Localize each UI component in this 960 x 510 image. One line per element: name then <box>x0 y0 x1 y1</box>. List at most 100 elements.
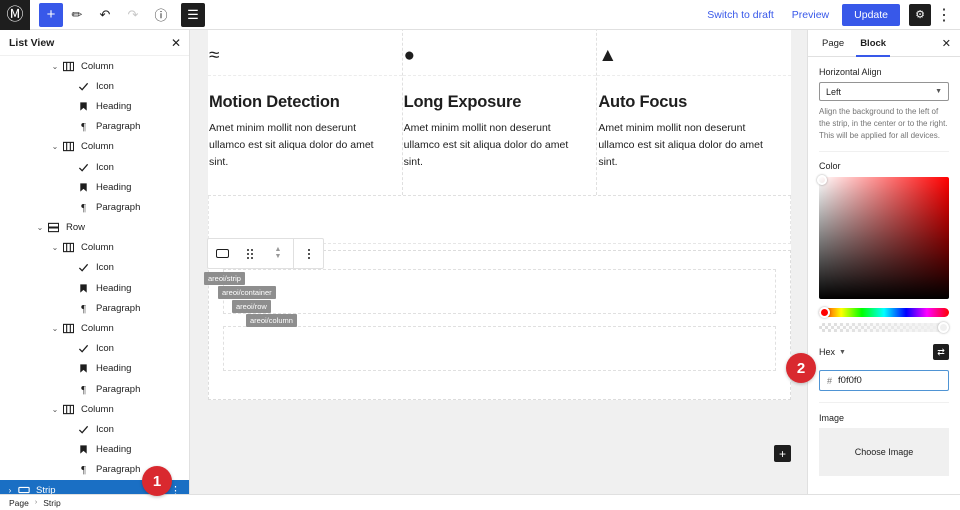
settings-body: Horizontal Align Left ▼ Align the backgr… <box>808 57 960 476</box>
bookmark-icon <box>76 283 91 294</box>
list-view-item-icon[interactable]: Icon <box>0 258 189 278</box>
alpha-slider-handle[interactable] <box>938 322 949 333</box>
chevron-toggle-icon[interactable]: › <box>4 486 16 494</box>
list-view-item-icon[interactable]: Icon <box>0 419 189 439</box>
svg-text:¶: ¶ <box>81 304 86 314</box>
switch-to-draft-button[interactable]: Switch to draft <box>698 9 783 21</box>
hue-slider[interactable] <box>819 308 949 317</box>
move-block-arrows[interactable]: ▲▼ <box>264 239 292 268</box>
feature-icon-area: ● <box>403 30 597 76</box>
list-view-item-heading[interactable]: Heading <box>0 278 189 298</box>
list-view-item-column[interactable]: ⌄Column <box>0 56 189 76</box>
undo-button[interactable]: ↶ <box>91 0 119 30</box>
list-view-item-label: Paragraph <box>96 384 140 395</box>
check-icon <box>76 262 91 273</box>
list-view-item-paragraph[interactable]: ¶ Paragraph <box>0 379 189 399</box>
list-view-item-paragraph[interactable]: ¶Paragraph <box>0 117 189 137</box>
chevron-toggle-icon[interactable]: ⌄ <box>49 405 61 414</box>
color-mode-row: Hex ▼ ⇄ <box>819 344 949 360</box>
add-block-button[interactable]: + <box>39 3 63 27</box>
color-mode-value: Hex <box>819 347 835 357</box>
editor-top-bar: Ⓜ + ✏ ↶ ↷ ⓘ ☰ Switch to draft Preview Up… <box>0 0 960 30</box>
list-view-item-column[interactable]: ⌄ Column <box>0 137 189 157</box>
vertical-dots-icon[interactable]: ⋮ <box>934 4 954 26</box>
close-icon[interactable]: ✕ <box>171 36 181 50</box>
inner-row-placeholder-2 <box>223 326 776 371</box>
list-view-item-label: Paragraph <box>96 303 140 314</box>
list-view-item-heading[interactable]: Heading <box>0 359 189 379</box>
list-view-toggle[interactable]: ☰ <box>181 3 205 27</box>
list-view-item-heading[interactable]: Heading <box>0 177 189 197</box>
bookmark-icon <box>76 182 91 193</box>
saturation-value-picker[interactable] <box>819 177 949 299</box>
hex-hash-prefix: # <box>827 376 832 386</box>
feature-icon-area: ▲ <box>597 30 791 76</box>
list-view-item-column[interactable]: ⌄Column <box>0 238 189 258</box>
strip-block-icon[interactable] <box>208 239 236 268</box>
toolbar-divider <box>293 239 294 268</box>
list-view-item-label: Column <box>81 141 114 152</box>
feature-column[interactable]: ●Long ExposureAmet minim mollit non dese… <box>403 30 598 195</box>
chevron-toggle-icon[interactable]: ⌄ <box>49 324 61 333</box>
list-view-item-label: Column <box>81 323 114 334</box>
list-view-item-paragraph[interactable]: ¶Paragraph <box>0 197 189 217</box>
bookmark-icon <box>76 101 91 112</box>
preview-button[interactable]: Preview <box>783 9 838 21</box>
rows-icon <box>46 222 61 233</box>
list-view-item-row[interactable]: ⌄Row <box>0 218 189 238</box>
empty-block-area[interactable] <box>208 196 791 244</box>
pilcrow-icon: ¶ <box>76 202 91 213</box>
svg-text:¶: ¶ <box>81 122 86 132</box>
list-view-item-column[interactable]: ⌄Column <box>0 399 189 419</box>
tab-block[interactable]: Block <box>852 30 894 57</box>
list-view-panel: List View ✕ ⌄ColumnIconHeading¶Paragraph… <box>0 30 190 494</box>
hex-color-input[interactable]: # f0f0f0 <box>819 370 949 391</box>
block-path-tooltips: areoi/stripareoi/containerareoi/rowareoi… <box>204 272 297 328</box>
document-details-button[interactable]: ⓘ <box>147 0 175 30</box>
block-path-chip: areoi/strip <box>204 272 245 285</box>
feature-column[interactable]: ▲Auto FocusAmet minim mollit non deserun… <box>597 30 791 195</box>
block-toolbar: ▲▼ <box>207 238 324 269</box>
check-icon <box>76 424 91 435</box>
chevron-toggle-icon[interactable]: ⌄ <box>49 243 61 252</box>
tab-page[interactable]: Page <box>814 30 852 57</box>
feature-paragraph: Amet minim mollit non deserunt ullamco e… <box>404 120 585 171</box>
breadcrumb-item-strip[interactable]: Strip <box>43 498 60 508</box>
color-mode-select[interactable]: Hex ▼ <box>819 347 846 357</box>
list-view-item-options-icon[interactable]: ⋮ <box>170 484 181 494</box>
wordpress-logo-icon[interactable]: Ⓜ <box>0 0 30 30</box>
update-button[interactable]: Update <box>842 4 900 26</box>
block-options-icon[interactable] <box>295 239 323 268</box>
list-view-item-icon[interactable]: Icon <box>0 76 189 96</box>
list-view-item-icon[interactable]: Icon <box>0 339 189 359</box>
block-path-row: areoi/container <box>204 286 297 299</box>
step-marker-1: 1 <box>142 466 172 496</box>
horizontal-align-select[interactable]: Left ▼ <box>819 82 949 101</box>
list-view-item-heading[interactable]: Heading <box>0 96 189 116</box>
list-view-item-paragraph[interactable]: ¶ Paragraph <box>0 298 189 318</box>
image-label: Image <box>819 413 949 423</box>
canvas-add-block-button[interactable]: + <box>774 445 791 462</box>
hue-slider-handle[interactable] <box>819 307 830 318</box>
drag-handle-icon[interactable] <box>236 239 264 268</box>
close-icon[interactable]: ✕ <box>942 37 954 50</box>
list-view-item-heading[interactable]: Heading <box>0 440 189 460</box>
list-view-item-column[interactable]: ⌄ Column <box>0 318 189 338</box>
gear-icon[interactable]: ⚙ <box>909 4 931 26</box>
tools-pencil-icon[interactable]: ✏ <box>63 0 91 30</box>
pilcrow-icon: ¶ <box>76 384 91 395</box>
feature-column[interactable]: ≈Motion DetectionAmet minim mollit non d… <box>208 30 403 195</box>
breadcrumb-item-page[interactable]: Page <box>9 498 29 508</box>
copy-color-icon[interactable]: ⇄ <box>933 344 949 360</box>
horizontal-align-value: Left <box>826 87 841 97</box>
chevron-toggle-icon[interactable]: ⌄ <box>34 223 46 232</box>
columns-icon <box>61 61 76 72</box>
list-view-item-icon[interactable]: Icon <box>0 157 189 177</box>
chevron-toggle-icon[interactable]: ⌄ <box>49 142 61 151</box>
choose-image-button[interactable]: Choose Image <box>819 428 949 476</box>
redo-button[interactable]: ↷ <box>119 0 147 30</box>
sv-picker-handle[interactable] <box>817 175 827 185</box>
chevron-toggle-icon[interactable]: ⌄ <box>49 62 61 71</box>
block-path-row: areoi/column <box>204 314 297 327</box>
alpha-slider[interactable] <box>819 323 949 332</box>
